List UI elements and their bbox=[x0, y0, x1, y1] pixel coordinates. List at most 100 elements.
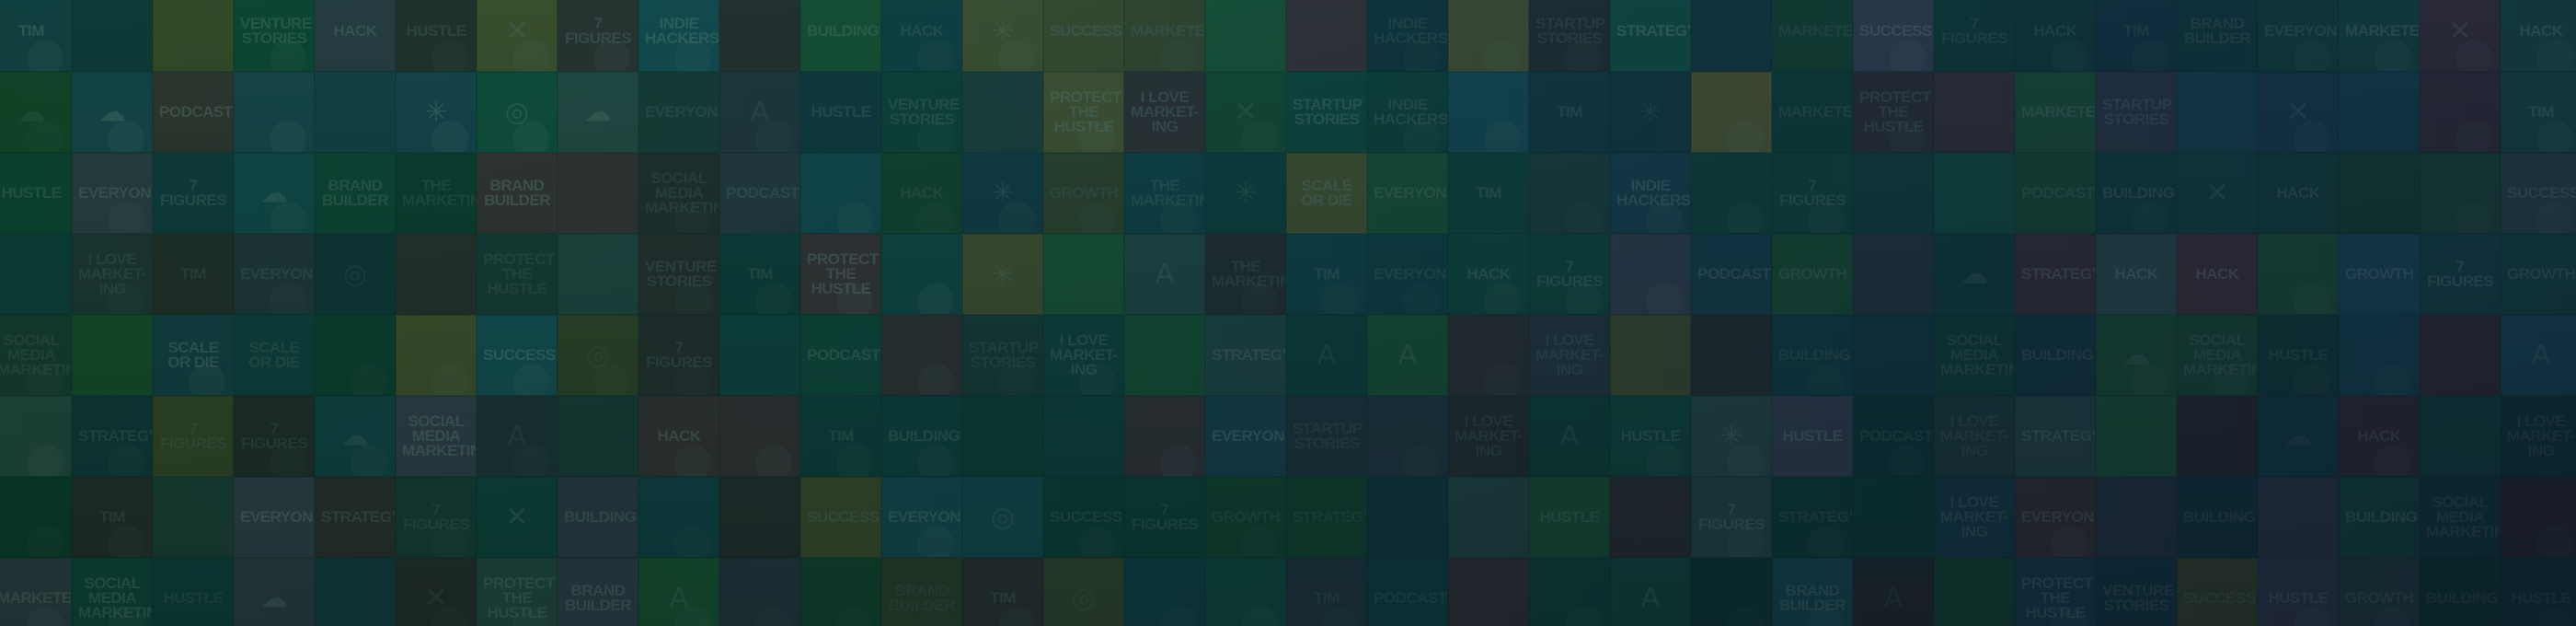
cover-tile: I LOVE MARKET-ING bbox=[2501, 396, 2576, 477]
cover-tile: STARTUP STORIES bbox=[1286, 72, 1367, 153]
host-portrait-icon bbox=[674, 445, 711, 476]
cover-tile: Strategy bbox=[72, 396, 153, 477]
cover-title: SUCCESS bbox=[1859, 21, 1932, 40]
cover-tile: A bbox=[638, 558, 719, 626]
cover-title: TIM bbox=[1476, 183, 1501, 202]
host-portrait-icon bbox=[2294, 607, 2330, 626]
host-portrait-icon bbox=[27, 526, 63, 557]
cover-tile: BUILDING bbox=[2096, 153, 2177, 234]
cover-tile: Hustle bbox=[800, 72, 881, 153]
cover-title: THE MARKETING bbox=[402, 176, 476, 209]
cover-logo-icon: A bbox=[2531, 339, 2551, 372]
cover-tile bbox=[558, 153, 638, 234]
cover-tile: A bbox=[719, 72, 800, 153]
cover-tile bbox=[2339, 153, 2420, 234]
cover-tile bbox=[2420, 72, 2501, 153]
cover-tile: HACK bbox=[638, 396, 719, 477]
cover-tile: I LOVE MARKET-ING bbox=[1934, 396, 2015, 477]
cover-tile bbox=[558, 396, 638, 477]
cover-tile bbox=[1853, 477, 1934, 558]
cover-title: BUILDING bbox=[2102, 183, 2175, 202]
cover-title: 7 FIGURES bbox=[159, 176, 227, 209]
host-portrait-icon bbox=[1484, 121, 1521, 152]
cover-title: EVERYONE bbox=[2021, 507, 2096, 526]
cover-tile: TIM bbox=[153, 234, 234, 315]
cover-tile: Venture Stories bbox=[234, 0, 315, 72]
host-portrait-icon bbox=[1727, 526, 1764, 557]
host-portrait-icon bbox=[917, 445, 954, 476]
cover-tile: SCALE OR DIE bbox=[234, 315, 315, 396]
cover-tile bbox=[72, 315, 153, 396]
cover-tile: THE MARKETING bbox=[1124, 153, 1205, 234]
cover-tile: HACK bbox=[2015, 0, 2096, 72]
cover-title: HACK bbox=[1466, 264, 1511, 283]
cover-logo-icon: ✳ bbox=[1639, 96, 1662, 129]
cover-tile: Hustle bbox=[2258, 558, 2339, 626]
cover-logo-icon: ◎ bbox=[990, 501, 1016, 534]
cover-tile bbox=[1448, 315, 1529, 396]
cover-tile: Social Media Marketing bbox=[72, 558, 153, 626]
cover-title: HACK bbox=[2033, 21, 2077, 40]
cover-tile: Venture Stories bbox=[2096, 558, 2177, 626]
host-portrait-icon bbox=[108, 526, 144, 557]
cover-tile: Venture Stories bbox=[638, 234, 719, 315]
cover-tile: ☁ bbox=[2258, 396, 2339, 477]
cover-tile: GROWTH bbox=[1772, 234, 1853, 315]
cover-tile: I LOVE MARKET-ING bbox=[1043, 315, 1124, 396]
cover-title: GROWTH bbox=[2345, 264, 2414, 283]
cover-title: Hustle bbox=[2268, 345, 2329, 364]
host-portrait-icon bbox=[917, 526, 954, 557]
cover-title: SUCCESS bbox=[483, 345, 556, 364]
cover-tile bbox=[1610, 234, 1691, 315]
cover-tile: SCALE OR DIE bbox=[1286, 153, 1367, 234]
cover-tile bbox=[962, 396, 1043, 477]
host-portrait-icon bbox=[2375, 40, 2411, 71]
cover-tile bbox=[1610, 477, 1691, 558]
cover-title: BUILDING bbox=[807, 21, 880, 40]
cover-tile: BUILDING bbox=[881, 396, 962, 477]
cover-title: HACK bbox=[2519, 21, 2563, 40]
cover-tile bbox=[1529, 153, 1610, 234]
cover-tile: Hustle bbox=[396, 0, 477, 72]
host-portrait-icon bbox=[1403, 121, 1440, 152]
cover-tile: 7 FIGURES bbox=[234, 396, 315, 477]
cover-tile bbox=[234, 72, 315, 153]
cover-tile: Podcast bbox=[719, 153, 800, 234]
cover-title: Strategy bbox=[1778, 507, 1853, 526]
cover-tile bbox=[396, 234, 477, 315]
cover-logo-icon: A bbox=[1883, 582, 1903, 615]
host-portrait-icon bbox=[674, 202, 711, 233]
cover-title: Podcast bbox=[1374, 588, 1447, 607]
cover-tile: Venture Stories bbox=[881, 72, 962, 153]
cover-title: I LOVE MARKET-ING bbox=[1940, 493, 2008, 541]
cover-title: GROWTH bbox=[1050, 183, 1119, 202]
cover-tile bbox=[1043, 234, 1124, 315]
cover-title: MARKETERS bbox=[1778, 21, 1853, 40]
host-portrait-icon bbox=[2294, 121, 2330, 152]
cover-tile: I LOVE MARKET-ING bbox=[1934, 477, 2015, 558]
cover-tile: INDIE HACKERS bbox=[1610, 153, 1691, 234]
host-portrait-icon bbox=[27, 364, 63, 395]
cover-tile: HACK bbox=[315, 0, 396, 72]
cover-tile: MARKETERS bbox=[1772, 0, 1853, 72]
cover-title: Podcast bbox=[726, 183, 799, 202]
cover-tile bbox=[1610, 315, 1691, 396]
host-portrait-icon bbox=[836, 202, 873, 233]
cover-tile bbox=[2177, 72, 2258, 153]
cover-tile: ☁ bbox=[0, 72, 72, 153]
cover-title: Strategy bbox=[1212, 345, 1286, 364]
cover-title: Podcast bbox=[2021, 183, 2095, 202]
cover-tile bbox=[1934, 72, 2015, 153]
cover-tile: BUILDING bbox=[2015, 315, 2096, 396]
cover-logo-icon: ✳ bbox=[1234, 177, 1258, 210]
cover-tile: A bbox=[2501, 315, 2576, 396]
cover-tile bbox=[719, 0, 800, 72]
cover-tile bbox=[1124, 315, 1205, 396]
host-portrait-icon bbox=[1646, 283, 1683, 314]
cover-title: GROWTH bbox=[1778, 264, 1847, 283]
cover-title: MARKETERS bbox=[2345, 21, 2420, 40]
cover-title: Strategy bbox=[78, 426, 153, 445]
host-portrait-icon bbox=[2294, 40, 2330, 71]
cover-tile: A bbox=[1286, 315, 1367, 396]
cover-tile: ☁ bbox=[234, 558, 315, 626]
